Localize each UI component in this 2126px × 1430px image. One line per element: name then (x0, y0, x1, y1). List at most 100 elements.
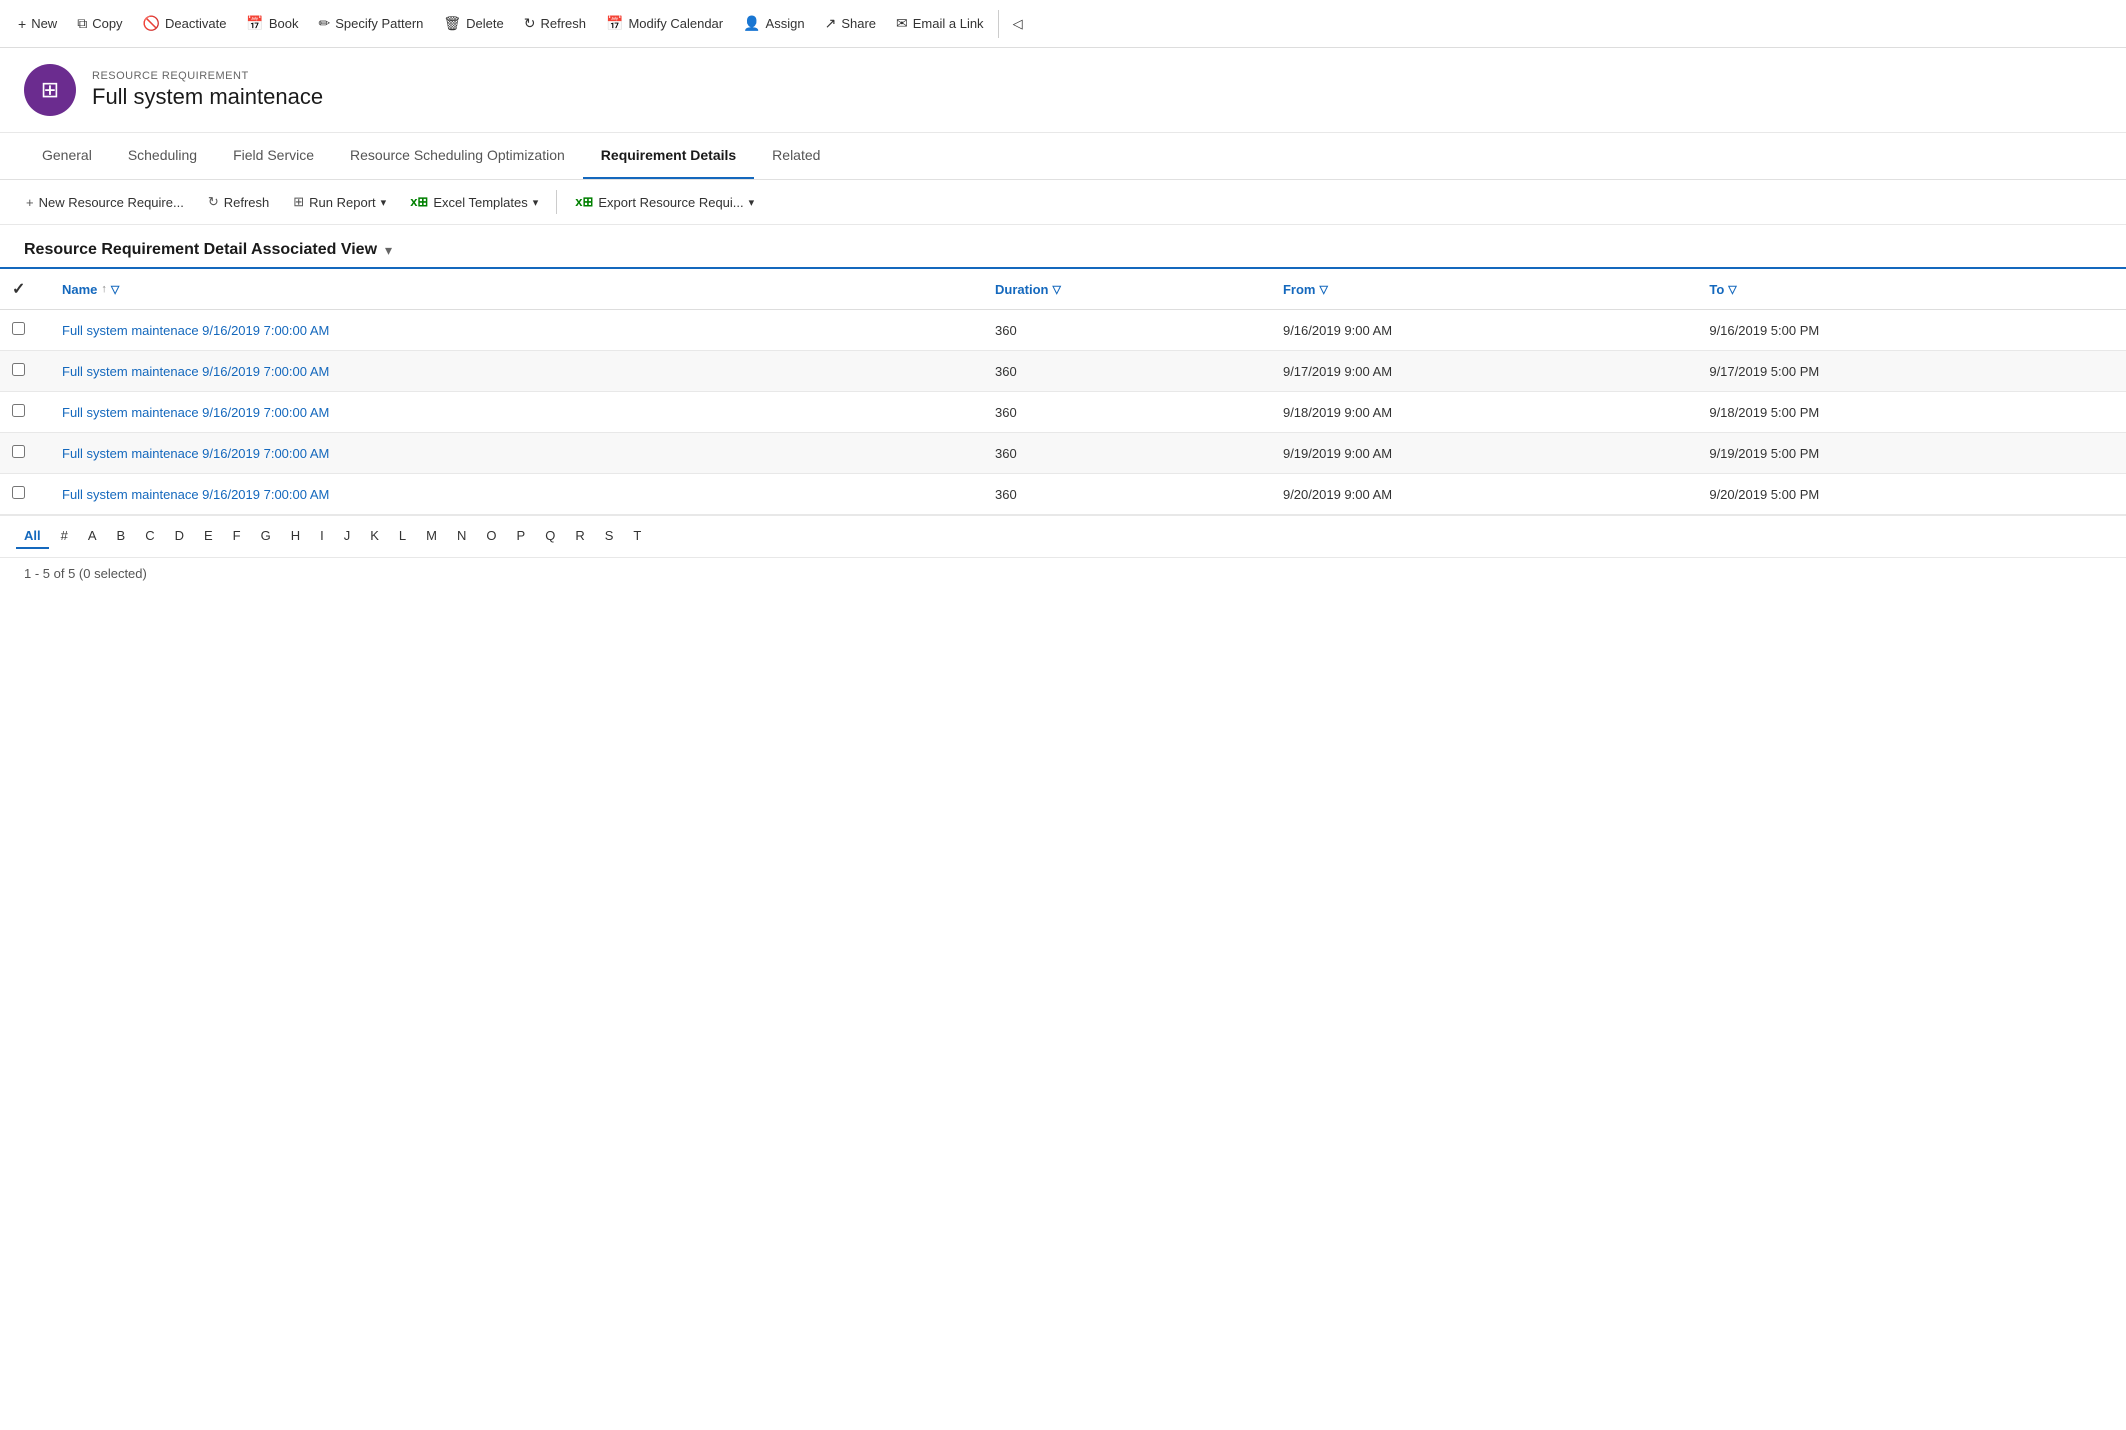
more-button[interactable]: ◁ (1003, 12, 1033, 36)
view-dropdown-chevron[interactable]: ▾ (385, 242, 392, 259)
name-column-header: Name ↑ ▽ (50, 269, 983, 310)
book-label: Book (269, 16, 299, 31)
pagination-letter[interactable]: # (53, 524, 76, 549)
new-button[interactable]: + New (8, 12, 67, 36)
sub-refresh-icon: ↻ (208, 194, 219, 210)
pagination-letter[interactable]: A (80, 524, 105, 549)
table-row: Full system maintenace 9/16/2019 7:00:00… (0, 351, 2126, 392)
tab-related[interactable]: Related (754, 133, 838, 179)
row-checkbox-cell[interactable] (0, 310, 50, 351)
assign-label: Assign (766, 16, 805, 31)
row-checkbox[interactable] (12, 486, 25, 499)
sub-refresh-label: Refresh (224, 195, 270, 210)
table-container: ✓ Name ↑ ▽ Duration ▽ (0, 267, 2126, 515)
deactivate-icon: 🚫 (143, 15, 160, 32)
tab-scheduling[interactable]: Scheduling (110, 133, 215, 179)
pagination-letter[interactable]: All (16, 524, 49, 549)
to-filter-icon[interactable]: ▽ (1728, 283, 1736, 296)
email-link-icon: ✉ (896, 15, 908, 32)
row-checkbox-cell[interactable] (0, 474, 50, 515)
pagination-letter[interactable]: J (336, 524, 359, 549)
view-header: Resource Requirement Detail Associated V… (0, 225, 2126, 267)
row-checkbox[interactable] (12, 363, 25, 376)
new-resource-require-button[interactable]: + New Resource Require... (16, 189, 194, 216)
tab-general[interactable]: General (24, 133, 110, 179)
tab-rso[interactable]: Resource Scheduling Optimization (332, 133, 583, 179)
sub-refresh-button[interactable]: ↻ Refresh (198, 188, 279, 216)
pagination-letter[interactable]: M (418, 524, 445, 549)
entity-icon: ⊞ (24, 64, 76, 116)
table-row: Full system maintenace 9/16/2019 7:00:00… (0, 392, 2126, 433)
row-checkbox[interactable] (12, 322, 25, 335)
pagination-letter[interactable]: E (196, 524, 221, 549)
row-to-cell: 9/17/2019 5:00 PM (1697, 351, 2126, 392)
row-name-cell[interactable]: Full system maintenace 9/16/2019 7:00:00… (50, 351, 983, 392)
row-checkbox[interactable] (12, 445, 25, 458)
row-name-cell[interactable]: Full system maintenace 9/16/2019 7:00:00… (50, 392, 983, 433)
pagination-letter[interactable]: I (312, 524, 332, 549)
tab-field-service[interactable]: Field Service (215, 133, 332, 179)
assign-button[interactable]: 👤 Assign (733, 11, 814, 36)
table-header-row: ✓ Name ↑ ▽ Duration ▽ (0, 269, 2126, 310)
row-duration-cell: 360 (983, 351, 1271, 392)
name-filter-icon[interactable]: ▽ (111, 283, 119, 296)
duration-column-header: Duration ▽ (983, 269, 1271, 310)
table-row: Full system maintenace 9/16/2019 7:00:00… (0, 474, 2126, 515)
export-resource-button[interactable]: x⊞ Export Resource Requi... ▾ (565, 188, 764, 216)
pagination-letter[interactable]: F (225, 524, 249, 549)
tab-requirement-details[interactable]: Requirement Details (583, 133, 754, 179)
name-column-label: Name (62, 282, 97, 297)
row-to-cell: 9/18/2019 5:00 PM (1697, 392, 2126, 433)
pagination-letter[interactable]: B (109, 524, 134, 549)
deactivate-button[interactable]: 🚫 Deactivate (133, 11, 237, 36)
pagination-letter[interactable]: C (137, 524, 162, 549)
pagination-letter[interactable]: R (567, 524, 592, 549)
entity-name: Full system maintenace (92, 84, 323, 110)
name-sort-icon[interactable]: ↑ (101, 283, 107, 295)
excel-templates-button[interactable]: x⊞ Excel Templates ▾ (400, 188, 548, 216)
pagination-letter[interactable]: H (283, 524, 308, 549)
row-name-cell[interactable]: Full system maintenace 9/16/2019 7:00:00… (50, 310, 983, 351)
email-link-button[interactable]: ✉ Email a Link (886, 11, 994, 36)
refresh-label: Refresh (540, 16, 586, 31)
share-icon: ↗ (825, 15, 837, 32)
pagination-letter[interactable]: P (509, 524, 534, 549)
pagination-bar: All#ABCDEFGHIJKLMNOPQRST (0, 515, 2126, 557)
row-from-cell: 9/18/2019 9:00 AM (1271, 392, 1697, 433)
pagination-letter[interactable]: N (449, 524, 474, 549)
row-checkbox-cell[interactable] (0, 433, 50, 474)
pagination-letter[interactable]: T (625, 524, 649, 549)
pagination-letter[interactable]: K (362, 524, 387, 549)
copy-icon: ⧉ (77, 15, 87, 32)
duration-filter-icon[interactable]: ▽ (1053, 283, 1061, 296)
copy-button[interactable]: ⧉ Copy (67, 11, 132, 36)
pagination-letter[interactable]: S (597, 524, 622, 549)
run-report-button[interactable]: ⊞ Run Report ▾ (283, 188, 396, 216)
pagination-letter[interactable]: L (391, 524, 414, 549)
refresh-button[interactable]: ↻ Refresh (514, 11, 596, 36)
book-icon: 📅 (246, 15, 263, 32)
book-button[interactable]: 📅 Book (236, 11, 308, 36)
more-icon: ◁ (1013, 16, 1023, 32)
delete-label: Delete (466, 16, 504, 31)
pagination-letter[interactable]: Q (537, 524, 563, 549)
share-button[interactable]: ↗ Share (815, 11, 886, 36)
pagination-letter[interactable]: D (167, 524, 192, 549)
export-resource-icon: x⊞ (575, 194, 593, 210)
excel-templates-label: Excel Templates (433, 195, 527, 210)
modify-calendar-button[interactable]: 📅 Modify Calendar (596, 11, 733, 36)
delete-button[interactable]: 🗑 Delete (433, 11, 513, 36)
row-from-cell: 9/19/2019 9:00 AM (1271, 433, 1697, 474)
from-filter-icon[interactable]: ▽ (1319, 283, 1327, 296)
row-name-cell[interactable]: Full system maintenace 9/16/2019 7:00:00… (50, 433, 983, 474)
row-checkbox-cell[interactable] (0, 351, 50, 392)
pagination-letter[interactable]: G (253, 524, 279, 549)
pagination-letter[interactable]: O (478, 524, 504, 549)
select-all-header[interactable]: ✓ (0, 269, 50, 310)
row-checkbox-cell[interactable] (0, 392, 50, 433)
row-checkbox[interactable] (12, 404, 25, 417)
row-name-cell[interactable]: Full system maintenace 9/16/2019 7:00:00… (50, 474, 983, 515)
specify-pattern-button[interactable]: ✏ Specify Pattern (309, 11, 434, 36)
assign-icon: 👤 (743, 15, 760, 32)
resource-requirement-table: ✓ Name ↑ ▽ Duration ▽ (0, 269, 2126, 515)
